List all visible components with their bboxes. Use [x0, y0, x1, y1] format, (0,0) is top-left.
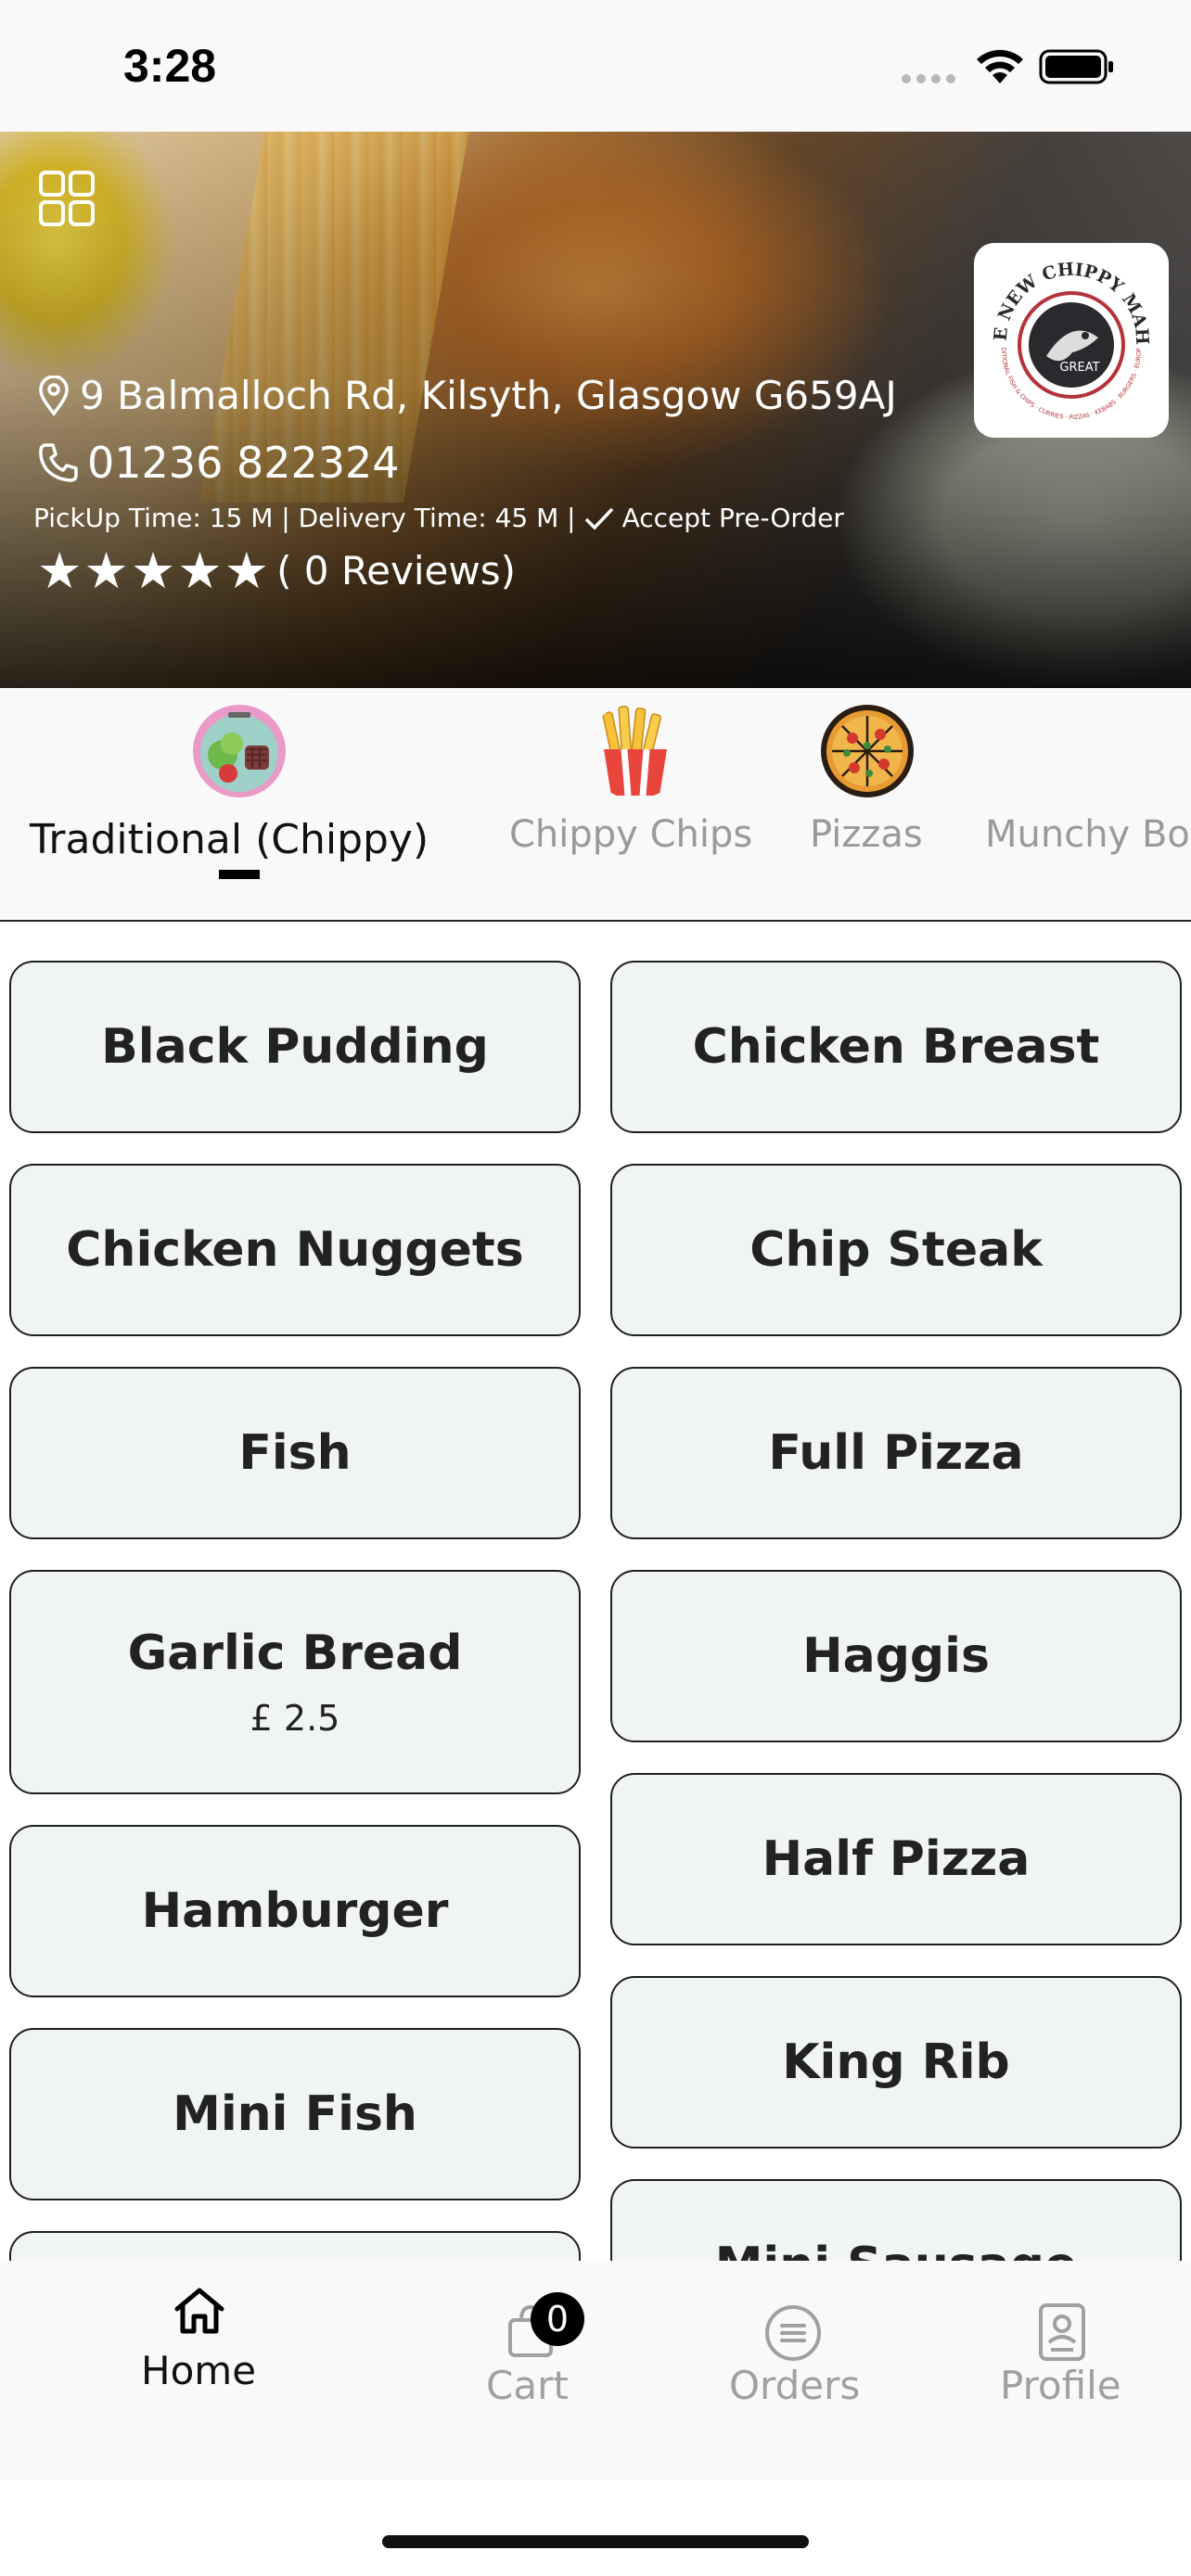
nav-label: Home: [141, 2348, 257, 2393]
menu-item-chip-steak[interactable]: Chip Steak: [610, 1164, 1182, 1336]
cart-count-badge: 0: [531, 2292, 584, 2346]
tab-label: Chippy Chips: [509, 813, 753, 856]
tab-chippy-chips[interactable]: Chippy Chips: [501, 688, 770, 920]
active-tab-indicator: [219, 870, 260, 879]
phone-row[interactable]: 01236 822324: [37, 438, 400, 488]
menu-item-haggis[interactable]: Haggis: [610, 1570, 1182, 1742]
reviews-count[interactable]: ( 0 Reviews): [276, 548, 516, 593]
phone-icon: [39, 443, 78, 482]
wifi-icon: [977, 49, 1023, 83]
status-bar: 3:28: [0, 0, 1191, 132]
nav-label: Profile: [1000, 2363, 1121, 2408]
item-name: Hamburger: [141, 1883, 449, 1939]
nav-profile[interactable]: Profile: [983, 2261, 1141, 2480]
menu-items-grid[interactable]: Black Pudding Chicken Nuggets Fish Garli…: [0, 924, 1191, 2261]
menu-item-chicken-breast[interactable]: Chicken Breast: [610, 961, 1182, 1133]
menu-item-mini-fish[interactable]: Mini Fish: [9, 2028, 581, 2200]
tab-pizzas[interactable]: Pizzas: [798, 688, 937, 920]
item-price: £ 2.5: [250, 1698, 340, 1739]
salad-plate-icon: [193, 705, 286, 797]
menu-item-full-pizza[interactable]: Full Pizza: [610, 1367, 1182, 1539]
menu-item-fish[interactable]: Fish: [9, 1367, 581, 1539]
check-icon: [584, 507, 613, 530]
item-name: Half Pizza: [762, 1831, 1031, 1887]
menu-item-mini-sausage[interactable]: Mini Sausage: [610, 2179, 1182, 2261]
menu-item-partial[interactable]: [9, 2231, 581, 2261]
menu-item-chicken-nuggets[interactable]: Chicken Nuggets: [9, 1164, 581, 1336]
nav-label: Cart: [486, 2363, 569, 2408]
menu-item-hamburger[interactable]: Hamburger: [9, 1825, 581, 1997]
restaurant-logo: THE NEW CHIPPY MAHAL GREAT TRADITIONAL F…: [974, 243, 1169, 438]
orders-list-icon: [765, 2305, 821, 2361]
nav-home[interactable]: Home: [121, 2261, 278, 2480]
tab-munchy-box[interactable]: Munchy Bo: [983, 688, 1191, 920]
item-name: King Rib: [782, 2034, 1010, 2090]
pre-order-text: Accept Pre-Order: [621, 503, 844, 533]
status-time: 3:28: [123, 40, 217, 92]
bottom-nav: Home Cart Orders Profile: [0, 2261, 1191, 2480]
home-icon: [174, 2288, 224, 2334]
fries-icon: [602, 706, 667, 797]
item-name: Chicken Nuggets: [66, 1222, 524, 1278]
battery-icon: [1039, 49, 1113, 84]
menu-item-garlic-bread[interactable]: Garlic Bread £ 2.5: [9, 1570, 581, 1794]
phone-number[interactable]: 01236 822324: [87, 438, 400, 488]
nav-cart[interactable]: Cart: [464, 2261, 603, 2480]
category-tabs[interactable]: Traditional (Chippy) Chippy Chips Pizzas…: [0, 688, 1191, 922]
item-name: Mini Sausage: [715, 2238, 1078, 2261]
home-indicator[interactable]: [382, 2535, 809, 2548]
item-name: Full Pizza: [768, 1425, 1024, 1481]
menu-item-king-rib[interactable]: King Rib: [610, 1976, 1182, 2149]
tab-label: Traditional (Chippy): [30, 816, 429, 863]
tab-label: Munchy Bo: [985, 813, 1190, 856]
item-name: Black Pudding: [101, 1019, 489, 1075]
address-text: 9 Balmalloch Rd, Kilsyth, Glasgow G659AJ: [80, 373, 897, 418]
grid-menu-icon[interactable]: [37, 169, 96, 228]
tab-label: Pizzas: [810, 813, 923, 856]
service-times-text: PickUp Time: 15 M | Delivery Time: 45 M …: [33, 503, 576, 533]
menu-item-black-pudding[interactable]: Black Pudding: [9, 961, 581, 1133]
item-name: Chip Steak: [749, 1222, 1043, 1278]
logo-center-text: GREAT: [1059, 361, 1099, 375]
menu-item-half-pizza[interactable]: Half Pizza: [610, 1773, 1182, 1945]
item-name: Fish: [238, 1425, 352, 1481]
item-name: Garlic Bread: [127, 1626, 463, 1681]
nav-label: Orders: [729, 2363, 861, 2408]
location-pin-icon: [39, 375, 69, 416]
tab-traditional-chippy[interactable]: Traditional (Chippy): [0, 688, 482, 920]
pizza-icon: [821, 705, 914, 797]
item-name: Mini Fish: [173, 2086, 417, 2142]
address-row: 9 Balmalloch Rd, Kilsyth, Glasgow G659AJ: [37, 373, 897, 418]
star-rating: ★★★★★: [37, 542, 272, 600]
cellular-signal-icon: [902, 74, 955, 83]
item-name: Chicken Breast: [692, 1019, 1100, 1075]
nav-orders[interactable]: Orders: [714, 2261, 872, 2480]
profile-icon: [1039, 2303, 1085, 2361]
item-name: Haggis: [802, 1628, 990, 1684]
rating-row[interactable]: ★★★★★ ( 0 Reviews): [37, 542, 516, 600]
restaurant-hero: THE NEW CHIPPY MAHAL GREAT TRADITIONAL F…: [0, 132, 1191, 688]
service-times-row: PickUp Time: 15 M | Delivery Time: 45 M …: [33, 503, 844, 533]
